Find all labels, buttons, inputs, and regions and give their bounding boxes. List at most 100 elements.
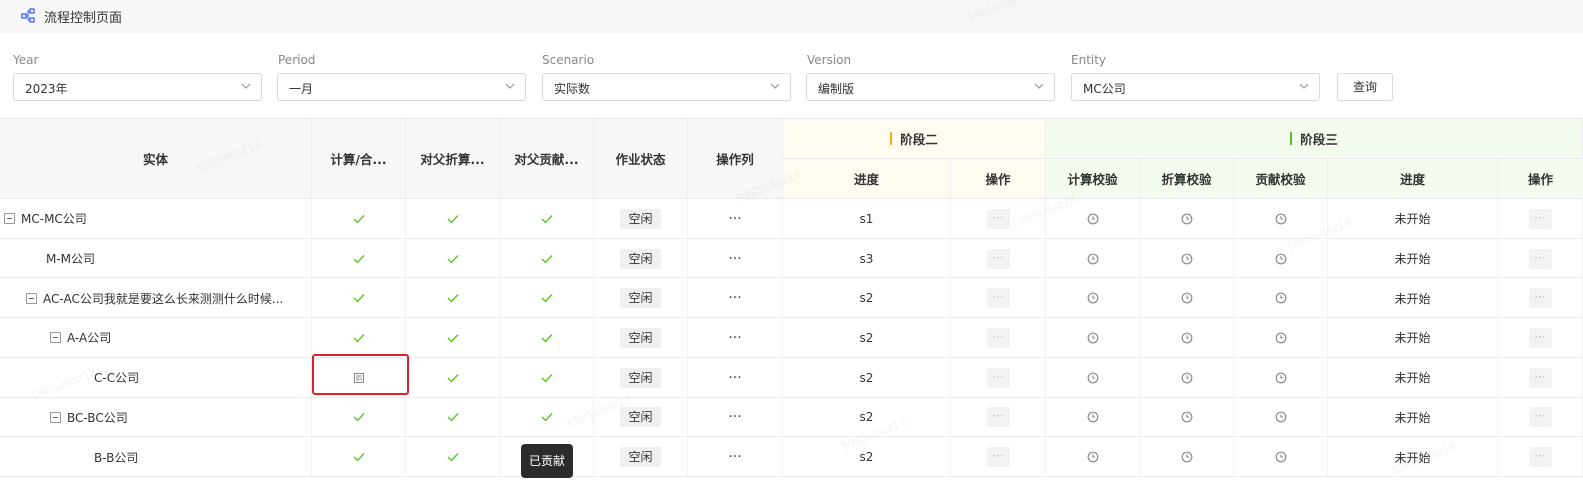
flow-control-icon bbox=[21, 8, 35, 23]
entity-name: M-M公司 bbox=[46, 252, 96, 267]
calc-status-cell[interactable] bbox=[312, 357, 406, 398]
check-icon bbox=[353, 453, 364, 462]
stage3-progress-cell: 未开始 bbox=[1328, 357, 1498, 398]
clock-icon bbox=[1181, 411, 1192, 423]
more-icon[interactable]: ··· bbox=[986, 367, 1010, 388]
stage3-op-cell[interactable]: ··· bbox=[1498, 318, 1583, 358]
translate-status-cell bbox=[406, 397, 500, 438]
stage2-progress-value: s2 bbox=[859, 291, 874, 306]
clock-icon bbox=[1087, 332, 1098, 344]
more-icon[interactable]: ··· bbox=[986, 327, 1010, 348]
calc-status-cell bbox=[312, 318, 406, 358]
stage3-progress-value: 未开始 bbox=[1394, 212, 1431, 227]
op-col-cell[interactable]: ··· bbox=[688, 397, 783, 438]
calc-check-cell bbox=[1046, 397, 1140, 438]
op-col-cell[interactable]: ··· bbox=[688, 437, 783, 477]
entity-select[interactable]: MC公司 bbox=[1071, 73, 1320, 101]
clock-icon bbox=[1275, 253, 1286, 264]
collapse-toggle[interactable] bbox=[50, 332, 61, 344]
scenario-select[interactable]: 实际数 bbox=[542, 73, 791, 101]
collapse-toggle[interactable] bbox=[26, 292, 37, 304]
op-col-cell[interactable]: ··· bbox=[688, 199, 783, 239]
collapse-toggle[interactable] bbox=[50, 411, 61, 423]
contribute-status-cell bbox=[500, 238, 594, 279]
stage2-progress-value: s2 bbox=[859, 450, 874, 465]
page-title: 流程控制页面 bbox=[44, 11, 123, 26]
chevron-down-icon bbox=[1299, 83, 1309, 89]
document-icon bbox=[353, 372, 364, 383]
more-icon[interactable]: ··· bbox=[728, 330, 741, 346]
more-icon[interactable]: ··· bbox=[1528, 447, 1552, 468]
more-icon[interactable]: ··· bbox=[728, 211, 741, 227]
entity-cell: AC-AC公司我就是要这么长来测测什么时候... bbox=[0, 278, 312, 319]
more-icon[interactable]: ··· bbox=[728, 449, 741, 465]
more-icon[interactable]: ··· bbox=[986, 248, 1010, 269]
more-icon[interactable]: ··· bbox=[1528, 248, 1552, 269]
contribute-status-cell bbox=[500, 318, 594, 358]
stage3-op-cell[interactable]: ··· bbox=[1498, 437, 1583, 477]
stage2-progress-cell: s2 bbox=[783, 318, 951, 358]
stage2-op-cell[interactable]: ··· bbox=[951, 357, 1046, 398]
more-icon[interactable]: ··· bbox=[986, 407, 1010, 428]
stage2-op-cell[interactable]: ··· bbox=[951, 238, 1046, 279]
translate-check-cell bbox=[1140, 238, 1234, 279]
clock-icon bbox=[1181, 451, 1192, 463]
more-icon[interactable]: ··· bbox=[1528, 208, 1552, 229]
check-icon bbox=[541, 214, 552, 224]
year-label: Year bbox=[13, 53, 39, 67]
year-select[interactable]: 2023年 bbox=[13, 73, 262, 101]
collapse-toggle[interactable] bbox=[4, 213, 15, 225]
stage2-op-cell[interactable]: ··· bbox=[951, 318, 1046, 358]
stage3-op-cell[interactable]: ··· bbox=[1498, 357, 1583, 398]
stage2-header: 阶段二 bbox=[783, 119, 1046, 159]
translate-status-cell bbox=[406, 199, 500, 239]
more-icon[interactable]: ··· bbox=[986, 447, 1010, 468]
translate-status-cell bbox=[406, 278, 500, 319]
entity-name: C-C公司 bbox=[94, 371, 140, 386]
stage3-header: 阶段三 bbox=[1046, 119, 1583, 159]
entity-label: Entity bbox=[1071, 53, 1107, 67]
job-status-cell: 空闲 bbox=[594, 397, 688, 438]
contribute-check-cell bbox=[1234, 199, 1328, 239]
more-icon[interactable]: ··· bbox=[728, 370, 741, 386]
version-select[interactable]: 编制版 bbox=[806, 73, 1055, 101]
stage2-op-cell[interactable]: ··· bbox=[951, 437, 1046, 477]
more-icon[interactable]: ··· bbox=[728, 409, 741, 425]
stage3-op-cell[interactable]: ··· bbox=[1498, 199, 1583, 239]
more-icon[interactable]: ··· bbox=[728, 290, 741, 306]
entity-cell: M-M公司 bbox=[0, 238, 312, 279]
more-icon[interactable]: ··· bbox=[728, 251, 741, 267]
page-header: 流程控制页面 bbox=[0, 0, 1583, 33]
check-icon bbox=[447, 214, 458, 224]
col-header-op: 操作列 bbox=[688, 119, 783, 199]
job-status-badge: 空闲 bbox=[620, 327, 661, 348]
more-icon[interactable]: ··· bbox=[1528, 407, 1552, 428]
stage3-op-cell[interactable]: ··· bbox=[1498, 278, 1583, 319]
more-icon[interactable]: ··· bbox=[1528, 288, 1552, 309]
op-col-cell[interactable]: ··· bbox=[688, 238, 783, 279]
calc-status-cell bbox=[312, 437, 406, 477]
year-value: 2023年 bbox=[25, 82, 68, 96]
stage3-op-cell[interactable]: ··· bbox=[1498, 397, 1583, 438]
more-icon[interactable]: ··· bbox=[986, 208, 1010, 229]
col-header-stage3-op: 操作 bbox=[1498, 159, 1583, 199]
calc-check-cell bbox=[1046, 437, 1140, 477]
col-header-stage3-progress: 进度 bbox=[1328, 159, 1498, 199]
entity-cell: BC-BC公司 bbox=[0, 397, 312, 438]
stage2-op-cell[interactable]: ··· bbox=[951, 278, 1046, 319]
period-select[interactable]: 一月 bbox=[277, 73, 526, 101]
contribute-check-cell bbox=[1234, 437, 1328, 477]
query-button[interactable]: 查询 bbox=[1337, 73, 1393, 101]
stage2-op-cell[interactable]: ··· bbox=[951, 397, 1046, 438]
stage2-op-cell[interactable]: ··· bbox=[951, 199, 1046, 239]
op-col-cell[interactable]: ··· bbox=[688, 357, 783, 398]
more-icon[interactable]: ··· bbox=[1528, 327, 1552, 348]
stage3-op-cell[interactable]: ··· bbox=[1498, 238, 1583, 279]
stage3-progress-value: 未开始 bbox=[1394, 450, 1431, 465]
op-col-cell[interactable]: ··· bbox=[688, 278, 783, 319]
op-col-cell[interactable]: ··· bbox=[688, 318, 783, 358]
check-icon bbox=[541, 333, 552, 343]
more-icon[interactable]: ··· bbox=[1528, 367, 1552, 388]
translate-check-cell bbox=[1140, 318, 1234, 358]
more-icon[interactable]: ··· bbox=[986, 288, 1010, 309]
